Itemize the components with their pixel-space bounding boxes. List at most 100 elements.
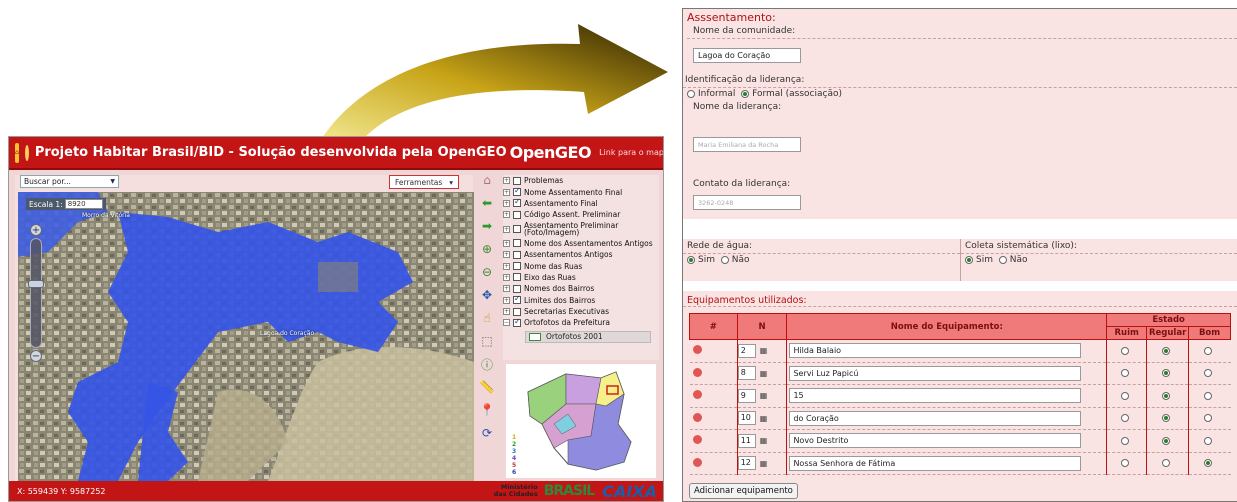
layer-item[interactable]: + Assentamento Preliminar (Foto/Imagem) — [503, 221, 659, 238]
state-radio-bom[interactable] — [1204, 459, 1213, 468]
layer-item[interactable]: − Ortofotos da Prefeitura — [503, 317, 659, 328]
home-icon[interactable]: ⌂ — [478, 171, 496, 189]
expand-icon[interactable]: + — [503, 199, 510, 207]
state-radio-regular[interactable] — [1162, 459, 1171, 468]
layer-checkbox[interactable] — [513, 307, 521, 316]
expand-icon[interactable]: + — [503, 251, 510, 259]
layer-checkbox[interactable] — [513, 225, 521, 234]
layer-item[interactable]: + Nome dos Assentamentos Antigos — [503, 238, 659, 249]
state-radio-regular[interactable] — [1162, 346, 1171, 355]
expand-icon[interactable]: + — [503, 262, 510, 270]
state-radio-regular[interactable] — [1162, 414, 1171, 423]
zoom-slider-track[interactable] — [30, 238, 42, 348]
expand-icon[interactable]: + — [503, 285, 510, 293]
layer-checkbox[interactable] — [513, 239, 521, 248]
collapse-icon[interactable]: − — [503, 319, 510, 327]
state-radio-regular[interactable] — [1162, 391, 1171, 400]
layer-checkbox[interactable] — [513, 317, 521, 327]
zoom-in-tool-icon[interactable]: ⊕ — [478, 240, 496, 258]
equipment-name-input[interactable]: Novo Destrito — [789, 433, 1082, 449]
equipment-name-input[interactable]: do Coração — [789, 410, 1082, 426]
layer-item[interactable]: + Nome das Ruas — [503, 260, 659, 271]
state-radio-bom[interactable] — [1204, 369, 1213, 378]
layer-checkbox[interactable] — [513, 176, 521, 185]
layer-item[interactable]: + Nomes dos Bairros — [503, 283, 659, 294]
equipment-name-input[interactable]: 15 — [789, 388, 1082, 404]
state-radio-ruim[interactable] — [1121, 346, 1130, 355]
layer-item[interactable]: + Problemas — [503, 175, 659, 186]
state-radio-bom[interactable] — [1204, 391, 1213, 400]
expand-icon[interactable]: + — [503, 177, 510, 185]
aerial-map[interactable] — [18, 192, 474, 481]
scale-input[interactable]: 8920 — [64, 199, 103, 209]
state-radio-bom[interactable] — [1204, 414, 1213, 423]
remove-row-icon[interactable] — [692, 435, 702, 445]
refresh-icon[interactable]: ⟳ — [478, 424, 496, 442]
waste-radio-sim[interactable] — [965, 255, 973, 264]
layer-item[interactable]: + Eixo das Ruas — [503, 272, 659, 283]
tools-dropdown[interactable]: Ferramentas ▾ — [389, 175, 459, 189]
expand-icon[interactable]: + — [503, 188, 510, 196]
equipment-number-input[interactable]: 12 — [737, 456, 756, 471]
state-radio-ruim[interactable] — [1121, 391, 1130, 400]
state-radio-bom[interactable] — [1204, 346, 1213, 355]
layer-checkbox[interactable] — [513, 210, 521, 219]
layer-checkbox[interactable] — [513, 284, 521, 293]
expand-icon[interactable]: + — [503, 225, 510, 233]
zoom-box-icon[interactable]: ⬚ — [478, 332, 496, 350]
sublayer-item[interactable]: Ortofotos 2001 — [525, 330, 651, 343]
equipment-number-input[interactable]: 2 — [737, 343, 756, 358]
info-icon[interactable]: ⓘ — [478, 355, 496, 373]
add-equipment-button[interactable]: Adicionar equipamento — [689, 483, 798, 499]
radio-formal[interactable] — [741, 89, 750, 98]
water-radio-sim[interactable] — [687, 255, 695, 264]
equipment-name-input[interactable]: Nossa Senhora de Fátima — [789, 455, 1082, 471]
leader-contact-input[interactable]: 3262-0248 — [693, 195, 801, 210]
layer-checkbox[interactable] — [513, 262, 521, 271]
layer-checkbox[interactable] — [513, 294, 521, 305]
equipment-name-input[interactable]: Hilda Balaio — [789, 343, 1082, 359]
state-radio-regular[interactable] — [1162, 436, 1171, 445]
search-select[interactable]: Buscar por... ▼ — [20, 175, 119, 188]
expand-icon[interactable]: + — [503, 239, 510, 247]
overview-map[interactable]: 1 2 3 4 5 6 — [506, 364, 656, 478]
ruler-icon[interactable]: 📏 — [478, 378, 496, 396]
pin-icon[interactable]: 📍 — [478, 401, 496, 419]
equipment-number-input[interactable]: 10 — [737, 411, 756, 426]
back-arrow-icon[interactable]: ⬅ — [478, 194, 496, 212]
remove-row-icon[interactable] — [692, 367, 702, 377]
zoom-out-tool-icon[interactable]: ⊖ — [478, 263, 496, 281]
remove-row-icon[interactable] — [692, 345, 702, 355]
layer-item[interactable]: + Código Assent. Preliminar — [503, 209, 659, 220]
layer-item[interactable]: + Assentamentos Antigos — [503, 249, 659, 260]
forward-arrow-icon[interactable]: ➡ — [478, 217, 496, 235]
radio-informal[interactable] — [687, 89, 695, 98]
expand-icon[interactable]: + — [503, 308, 510, 316]
equipment-number-input[interactable]: 8 — [737, 366, 756, 381]
zoom-slider-handle[interactable] — [28, 280, 44, 288]
layer-item[interactable]: + Assentamento Final — [503, 197, 659, 209]
pan-icon[interactable]: ✥ — [478, 286, 496, 304]
expand-icon[interactable]: + — [503, 211, 510, 219]
equipment-name-input[interactable]: Servi Luz Papicú — [789, 365, 1082, 381]
community-input[interactable]: Lagoa do Coração — [693, 48, 801, 63]
layer-checkbox[interactable] — [513, 250, 521, 259]
expand-icon[interactable]: + — [503, 273, 510, 281]
expand-icon[interactable]: + — [503, 296, 510, 304]
layer-checkbox[interactable] — [513, 186, 521, 197]
remove-row-icon[interactable] — [692, 390, 702, 400]
state-radio-regular[interactable] — [1162, 369, 1171, 378]
map-view[interactable]: Escala 1: 8920 + − Morro da Vitória Lago… — [18, 192, 474, 481]
layer-item[interactable]: + Nome Assentamento Final — [503, 186, 659, 197]
state-radio-ruim[interactable] — [1121, 436, 1130, 445]
equipment-number-input[interactable]: 9 — [737, 388, 756, 403]
remove-row-icon[interactable] — [692, 457, 702, 467]
leader-name-input[interactable]: Maria Emiliana da Rocha — [693, 137, 801, 152]
equipment-number-input[interactable]: 11 — [737, 433, 756, 448]
zoom-out-icon[interactable]: − — [30, 350, 42, 362]
layer-item[interactable]: + Secretarias Executivas — [503, 306, 659, 317]
layer-checkbox[interactable] — [513, 197, 521, 208]
state-radio-ruim[interactable] — [1121, 369, 1130, 378]
state-radio-ruim[interactable] — [1121, 459, 1130, 468]
water-radio-nao[interactable] — [720, 255, 729, 264]
